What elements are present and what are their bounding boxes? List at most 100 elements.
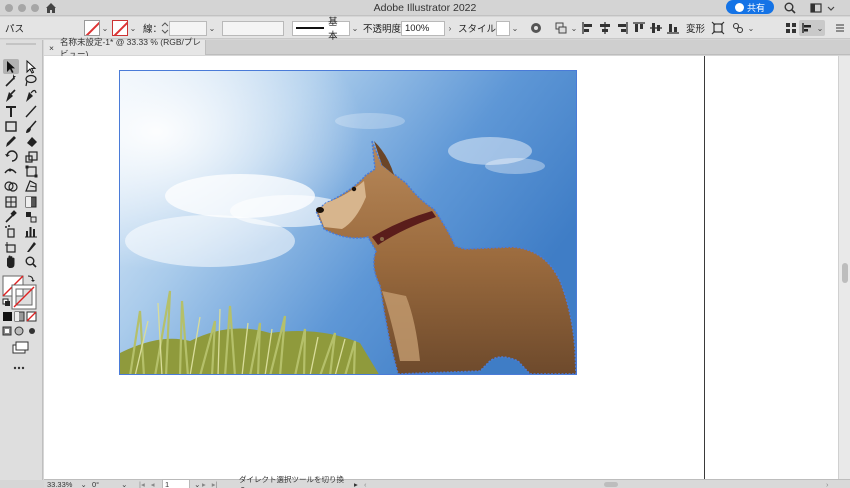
artboard-tool-icon[interactable] [5,242,16,253]
selection-options-icon[interactable] [730,20,746,36]
eyedropper-icon[interactable] [5,210,17,223]
screen-mode-icon[interactable] [12,341,29,354]
align-right-button[interactable] [614,20,630,36]
opacity-control[interactable]: 100% › [401,20,455,36]
recolor-artwork-icon[interactable] [528,20,544,36]
rotation-dropdown-icon[interactable]: ⌄ [121,480,127,488]
view-grid-control[interactable] [783,20,799,36]
mesh-tool-icon[interactable] [5,196,17,208]
align-to-dropdown-icon[interactable]: ⌄ [815,20,825,36]
graphic-style-control[interactable]: ⌄ [496,20,520,36]
swap-fill-stroke-icon[interactable] [27,275,35,282]
tool-status[interactable]: ダイレクト選択ツールを切り換え [229,475,349,488]
panel-menu-icon[interactable] [834,20,846,36]
status-menu-icon[interactable]: ▸ [354,480,358,488]
share-button[interactable]: 共有 [726,0,774,14]
align-top-button[interactable] [631,20,647,36]
align-horizontal-center-icon[interactable] [597,20,613,36]
align-right-icon[interactable] [614,20,630,36]
align-to-icon[interactable] [799,20,815,36]
last-artboard-icon[interactable]: ▸| [212,480,218,488]
draw-inside-icon[interactable] [29,328,35,334]
rotate-tool-icon[interactable] [5,150,18,162]
align-left-icon[interactable] [580,20,596,36]
more-options-control[interactable] [834,20,846,36]
grid-view-icon[interactable] [783,20,799,36]
gradient-tool-icon[interactable] [25,196,37,208]
draw-normal-icon[interactable] [2,326,12,336]
rectangle-tool-icon[interactable] [5,121,17,132]
arrange-dropdown-icon[interactable]: ⌄ [569,20,579,36]
document-tab[interactable]: × 名称未設定-1* @ 33.33 % (RGB/プレビュー) [44,37,206,59]
stroke-weight-control[interactable]: ⌄ [161,20,217,36]
horizontal-scrollbar[interactable]: ‹ › [364,480,834,488]
align-bottom-button[interactable] [665,20,681,36]
color-mode-icon[interactable] [3,312,12,321]
search-icon[interactable] [783,1,797,15]
more-tools-icon[interactable] [13,366,25,370]
align-top-icon[interactable] [631,20,647,36]
horizontal-scroll-thumb[interactable] [604,482,618,487]
zoom-level[interactable]: 33.33% [47,480,72,488]
blend-tool-icon[interactable] [26,212,37,223]
magic-wand-icon[interactable] [5,74,16,87]
pen-tool-icon[interactable] [6,89,16,102]
free-transform-icon[interactable] [25,165,38,178]
eraser-icon[interactable] [27,137,37,147]
rotation-value[interactable]: 0° [92,480,99,488]
paintbrush-icon[interactable] [26,120,37,133]
fill-color-control[interactable]: ⌄ [84,20,110,36]
opacity-dropdown-icon[interactable]: › [445,20,455,36]
brush-dropdown-icon[interactable]: ⌄ [350,20,360,36]
align-to-control[interactable]: ⌄ [799,20,825,36]
type-tool-icon[interactable] [6,106,16,117]
arrange-control[interactable]: ⌄ [553,20,579,36]
scroll-left-icon[interactable]: ‹ [364,480,367,488]
default-colors-icon[interactable] [2,298,10,306]
gradient-mode-icon[interactable] [14,311,25,322]
curvature-tool-icon[interactable] [26,89,37,103]
align-center-button[interactable] [597,20,613,36]
direct-selection-tool-icon[interactable] [26,59,37,74]
width-tool-icon[interactable] [4,168,17,174]
brush-definition-field[interactable]: 基本 [292,17,350,42]
symbol-sprayer-icon[interactable] [5,225,15,238]
artboard-dropdown-icon[interactable]: ⌄ [194,480,200,488]
fill-dropdown-icon[interactable]: ⌄ [100,20,110,36]
hand-tool-icon[interactable] [7,255,15,269]
align-left-button[interactable] [580,20,596,36]
stroke-weight-field[interactable] [169,20,207,36]
artboard-number[interactable]: 1 [162,479,191,488]
pencil-icon[interactable] [6,136,16,147]
zoom-dropdown-icon[interactable]: ⌄ [80,480,86,488]
stroke-stepper-icon[interactable] [161,20,169,36]
align-vertical-center-icon[interactable] [648,20,664,36]
lasso-icon[interactable] [25,74,37,87]
perspective-grid-icon[interactable] [25,180,37,192]
line-tool-icon[interactable] [25,105,37,118]
column-graph-icon[interactable] [25,227,37,238]
vertical-scroll-thumb[interactable] [842,263,848,283]
scale-tool-icon[interactable] [25,151,38,163]
dog-photo[interactable] [120,71,577,375]
vertical-scrollbar[interactable] [838,56,850,479]
isolate-control[interactable] [710,20,726,36]
zoom-tool-icon[interactable] [25,256,37,268]
shape-builder-icon[interactable] [4,181,18,192]
stroke-none-swatch[interactable] [112,20,128,36]
draw-behind-icon[interactable] [14,326,24,336]
stroke-color-control[interactable]: ⌄ [112,20,138,36]
variable-width-field[interactable] [222,20,284,36]
scroll-right-icon[interactable]: › [826,480,829,488]
rotation-control[interactable]: 0° ⌄ [92,480,127,488]
previous-artboard-icon[interactable]: ◂ [151,480,155,488]
close-tab-icon[interactable]: × [49,43,54,53]
zoom-level-control[interactable]: 33.33% ⌄ [47,480,87,488]
align-bottom-icon[interactable] [665,20,681,36]
first-artboard-icon[interactable]: |◂ [139,480,145,488]
arrange-icon[interactable] [553,20,569,36]
isolate-options[interactable]: ⌄ [730,20,756,36]
stroke-dropdown-icon[interactable]: ⌄ [128,20,138,36]
document-canvas[interactable] [44,56,838,479]
brush-definition-control[interactable]: 基本 ⌄ [292,17,360,42]
